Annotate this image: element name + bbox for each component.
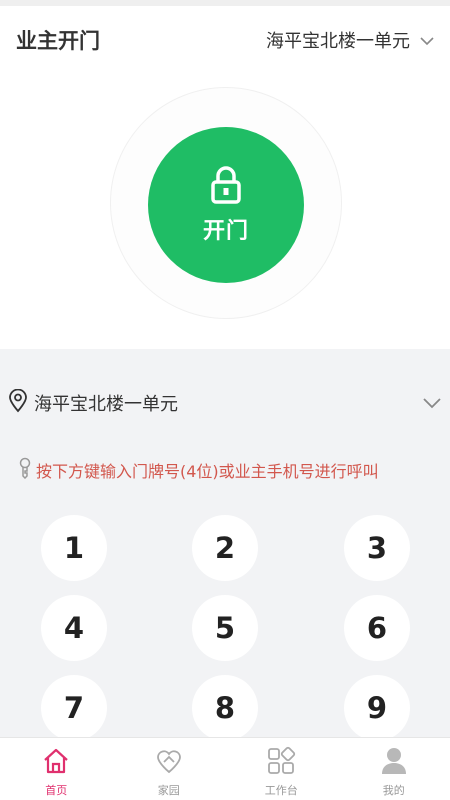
door-panel: 开门 xyxy=(0,74,450,349)
workbench-icon xyxy=(266,746,296,780)
keypad-key-8[interactable]: 8 xyxy=(192,675,258,737)
open-door-label: 开门 xyxy=(202,219,249,244)
tab-community[interactable]: 家园 xyxy=(113,738,226,800)
keypad-key-6[interactable]: 6 xyxy=(344,595,410,661)
keypad-key-4[interactable]: 4 xyxy=(41,595,107,661)
lock-icon xyxy=(208,165,244,209)
tab-home[interactable]: 首页 xyxy=(0,738,113,800)
location-text: 海平宝北楼一单元 xyxy=(34,394,178,415)
tab-profile[interactable]: 我的 xyxy=(338,738,450,800)
bottom-tab-bar: 首页 家园 工作台 我的 xyxy=(0,737,450,800)
tab-profile-label: 我的 xyxy=(382,784,405,797)
building-selector[interactable]: 海平宝北楼一单元 xyxy=(266,27,434,53)
tab-community-label: 家园 xyxy=(157,784,180,797)
chevron-down-icon xyxy=(422,394,442,413)
building-name: 海平宝北楼一单元 xyxy=(266,31,410,52)
tab-home-label: 首页 xyxy=(45,784,68,797)
location-selector[interactable]: 海平宝北楼一单元 xyxy=(0,372,450,434)
chevron-down-icon xyxy=(420,31,434,50)
location-pin-icon xyxy=(8,388,28,417)
tab-workbench-label: 工作台 xyxy=(264,784,298,797)
hint-text: 按下方键输入门牌号(4位)或业主手机号进行呼叫 xyxy=(36,462,379,481)
key-icon xyxy=(16,457,34,483)
call-hint: 按下方键输入门牌号(4位)或业主手机号进行呼叫 xyxy=(16,457,436,483)
keypad-key-7[interactable]: 7 xyxy=(41,675,107,737)
keypad-key-1[interactable]: 1 xyxy=(41,515,107,581)
keypad-key-3[interactable]: 3 xyxy=(344,515,410,581)
top-bar: 业主开门 海平宝北楼一单元 xyxy=(0,6,450,74)
home-icon xyxy=(41,746,71,780)
keypad-key-5[interactable]: 5 xyxy=(192,595,258,661)
page-title: 业主开门 xyxy=(16,29,100,53)
profile-icon xyxy=(379,746,409,780)
community-icon xyxy=(154,746,184,780)
tab-workbench[interactable]: 工作台 xyxy=(225,738,338,800)
open-door-button[interactable]: 开门 xyxy=(148,127,304,283)
keypad-key-2[interactable]: 2 xyxy=(192,515,258,581)
keypad-key-9[interactable]: 9 xyxy=(344,675,410,737)
keypad: 1 2 3 4 5 6 7 8 9 xyxy=(0,515,450,737)
